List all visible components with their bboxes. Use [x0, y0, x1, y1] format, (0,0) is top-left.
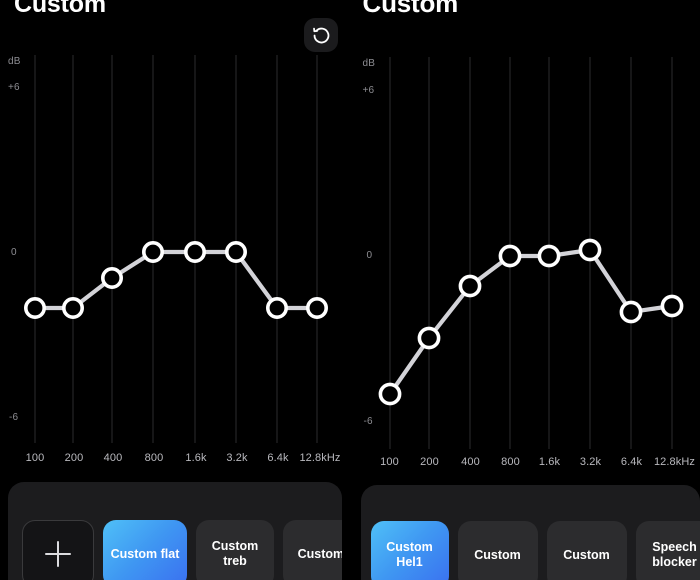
- preset-card: Custom Hel1 Custom Custom Speech blocker: [360, 485, 700, 580]
- eq-band-handle: [225, 241, 248, 264]
- x-axis-tick: 12.8kHz: [299, 452, 341, 464]
- eq-band-handle: [660, 294, 683, 318]
- reset-rotate-ccw-icon: [312, 26, 331, 45]
- eq-curve-svg[interactable]: [0, 55, 350, 450]
- preset-button[interactable]: Custom: [457, 521, 538, 580]
- x-axis-tick: 6.4k: [620, 456, 643, 468]
- page-title: Custom: [362, 0, 459, 18]
- y-axis-unit: dB: [8, 56, 21, 67]
- eq-graph-left[interactable]: [0, 55, 350, 450]
- eq-band-handle: [417, 326, 440, 350]
- eq-curve-svg[interactable]: [351, 57, 700, 455]
- y-axis-tick-minus6: -6: [9, 412, 19, 423]
- eq-band-handle: [142, 241, 165, 264]
- eq-band-handle: [378, 382, 401, 406]
- preset-button[interactable]: Custom Hel1: [370, 521, 449, 580]
- x-axis-tick: 3.2k: [226, 452, 248, 464]
- eq-graph-right[interactable]: [351, 57, 700, 455]
- eq-band-handle: [578, 238, 601, 262]
- equalizer-panel-right: Custom dB +6 0 -6 100 200 400 800 1.6k 3…: [349, 0, 700, 580]
- x-axis-tick: 800: [144, 452, 164, 464]
- preset-button[interactable]: Custom flat: [283, 520, 342, 580]
- add-preset-button[interactable]: [22, 520, 94, 580]
- eq-band-handle: [537, 244, 560, 268]
- eq-band-handle: [61, 297, 84, 320]
- x-axis-tick: 200: [420, 456, 439, 468]
- eq-band-handle: [458, 274, 481, 298]
- y-axis-tick-zero: 0: [11, 247, 17, 258]
- page-title: Custom: [14, 0, 106, 18]
- preset-button[interactable]: Custom flat: [103, 520, 187, 580]
- grid-lines: [34, 55, 318, 443]
- x-axis-tick: 12.8kHz: [653, 456, 696, 468]
- y-axis-tick-plus6: +6: [362, 85, 375, 96]
- eq-band-handle: [305, 297, 328, 320]
- reset-button[interactable]: [304, 18, 338, 52]
- eq-band-handle: [101, 267, 124, 290]
- dual-screenshot-stage: Custom dB +6 0 -6 100 200 400 800 1.6k 3…: [0, 0, 700, 580]
- preset-card: Custom flat Custom treb Custom flat: [8, 482, 342, 580]
- eq-band-handle: [184, 241, 207, 264]
- y-axis-tick-zero: 0: [366, 250, 373, 261]
- x-axis-tick: 100: [25, 452, 45, 464]
- x-axis-tick: 1.6k: [538, 456, 561, 468]
- eq-band-handle: [498, 244, 521, 268]
- eq-band-handle: [265, 297, 288, 320]
- preset-button[interactable]: Custom: [546, 521, 627, 580]
- x-axis-tick: 400: [103, 452, 123, 464]
- equalizer-panel-left: Custom dB +6 0 -6 100 200 400 800 1.6k 3…: [0, 0, 350, 580]
- preset-list: Custom Hel1 Custom Custom Speech blocker: [361, 521, 700, 580]
- eq-band-handle: [23, 297, 46, 320]
- y-axis-tick-plus6: +6: [8, 82, 20, 93]
- x-axis-tick: 1.6k: [185, 452, 207, 464]
- x-axis-tick: 800: [501, 456, 520, 468]
- y-axis-unit: dB: [362, 58, 376, 69]
- eq-band-handles: [378, 238, 683, 406]
- preset-button[interactable]: Custom treb: [196, 520, 274, 580]
- plus-icon: [45, 541, 71, 567]
- grid-lines: [389, 57, 672, 449]
- x-axis-tick: 400: [461, 456, 480, 468]
- x-axis-tick: 3.2k: [579, 456, 602, 468]
- x-axis-tick: 100: [380, 456, 399, 468]
- x-axis-tick: 6.4k: [267, 452, 289, 464]
- preset-list: Custom flat Custom treb Custom flat: [8, 520, 342, 580]
- x-axis-tick: 200: [64, 452, 84, 464]
- preset-button[interactable]: Speech blocker: [635, 521, 700, 580]
- eq-band-handle: [619, 300, 642, 324]
- y-axis-tick-minus6: -6: [363, 416, 373, 427]
